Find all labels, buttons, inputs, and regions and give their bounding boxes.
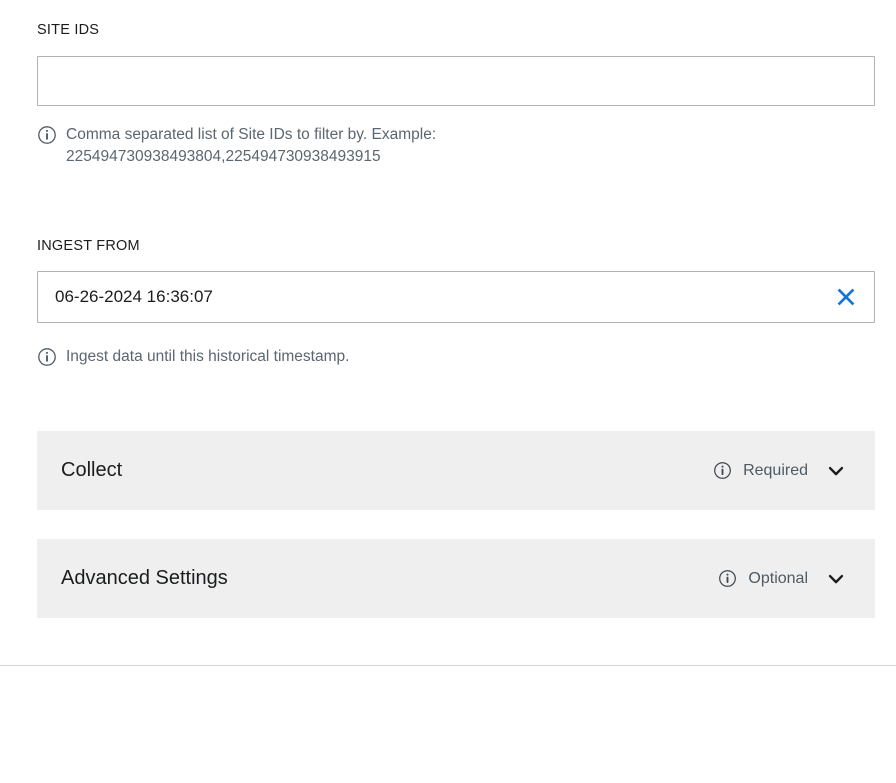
accordion-collect[interactable]: Collect Required [37, 431, 875, 510]
install-configuration-panel: SITE IDS Comma separated list of Site ID… [0, 0, 896, 783]
ingest-from-input-value: 06-26-2024 16:36:07 [55, 287, 213, 306]
info-circle-icon [713, 461, 732, 480]
site-ids-label: SITE IDS [37, 22, 100, 38]
accordion-advanced-settings-title: Advanced Settings [61, 567, 228, 589]
chevron-down-icon[interactable] [825, 568, 847, 590]
accordion-advanced-settings-right: Optional [718, 568, 847, 590]
close-x-icon[interactable] [832, 283, 860, 311]
ingest-from-helper-text: Ingest data until this historical timest… [66, 348, 350, 365]
site-ids-helper-text: Comma separated list of Site IDs to filt… [66, 126, 437, 165]
ingest-from-helper: Ingest data until this historical timest… [37, 346, 657, 368]
info-circle-icon [37, 124, 57, 145]
accordion-advanced-settings-status: Optional [748, 569, 808, 587]
footer: Test Connection Cancel Install [0, 666, 896, 783]
info-circle-icon [718, 569, 737, 588]
accordion-collect-status: Required [743, 461, 808, 479]
site-ids-input[interactable] [37, 56, 875, 106]
info-circle-icon [37, 346, 57, 367]
ingest-from-input[interactable]: 06-26-2024 16:36:07 [37, 271, 875, 323]
chevron-down-icon[interactable] [825, 460, 847, 482]
accordion-collect-right: Required [713, 460, 847, 482]
ingest-from-label: INGEST FROM [37, 238, 140, 254]
site-ids-helper: Comma separated list of Site IDs to filt… [37, 124, 557, 168]
accordion-collect-title: Collect [61, 459, 123, 481]
accordion-advanced-settings[interactable]: Advanced Settings Optional [37, 539, 875, 618]
